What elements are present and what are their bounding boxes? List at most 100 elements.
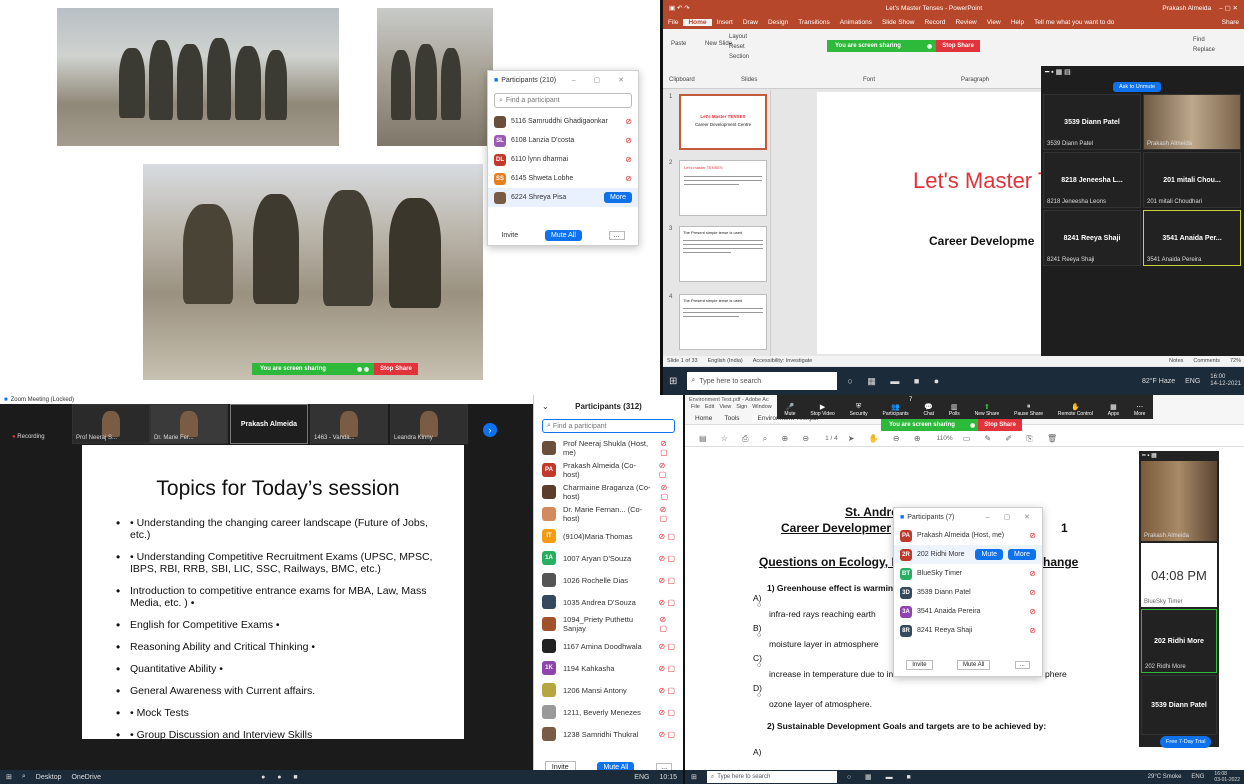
ppt-tab[interactable]: Review — [950, 19, 981, 26]
ppt-tab[interactable]: View — [982, 19, 1006, 26]
participant-row[interactable]: 1094_Priety Puthettu Sanjay ⊘ ▢ — [534, 613, 683, 635]
participant-row[interactable]: 1238 Samridhi Thukral ⊘ ▢ — [534, 723, 683, 745]
ask-to-unmute-button[interactable]: Ask to Unmute — [1113, 82, 1162, 92]
participant-row[interactable]: 2R 202 Ridhi More Mute More — [894, 545, 1042, 564]
page-indicator[interactable]: 1 / 4 — [825, 435, 838, 442]
radio-icon[interactable]: ○ — [757, 632, 761, 639]
cursor-tools[interactable]: ➤ ✋ ⊖ ⊕ — [848, 434, 927, 443]
participant-row[interactable]: 1A 1007 Aryan D'Souza ⊘ ▢ — [534, 547, 683, 569]
notes-button[interactable]: Notes — [1169, 358, 1183, 364]
lang-indicator[interactable]: ENG — [634, 774, 649, 781]
zoom-tool-button[interactable]: ⬆ New Share — [975, 403, 1000, 417]
ppt-window-controls[interactable]: – ▢ ✕ — [1219, 4, 1238, 12]
stop-share-button[interactable]: Stop Share — [978, 419, 1022, 431]
weather[interactable]: 29°C Smoke — [1148, 774, 1182, 780]
zoom-tool-button[interactable]: ⋯ More — [1134, 403, 1145, 417]
zoom-tool-button[interactable]: 💬 Chat — [923, 403, 934, 417]
zoom-tool-button[interactable]: ⛨ Security — [850, 403, 868, 417]
video-tile[interactable]: 3539 Diann Patel — [1141, 675, 1217, 735]
participant-row[interactable]: 5116 Samruddhi Ghadigaonkar ⊘ — [488, 112, 638, 131]
mute-all-button[interactable]: Mute All — [544, 230, 582, 241]
invite-button[interactable]: Invite — [906, 660, 933, 670]
thumb-slide-2[interactable]: Let's master TENSES — [679, 160, 767, 216]
menu-item[interactable]: View — [719, 404, 731, 413]
zoom-tool-button[interactable]: ✋ Remote Control — [1058, 403, 1093, 417]
search-input[interactable]: ⌕ Find a participant — [542, 419, 675, 433]
tell-me-box[interactable]: Tell me what you want to do — [1029, 19, 1119, 26]
search-input[interactable]: ⌕ Find a participant — [494, 93, 632, 108]
participant-row[interactable]: SS 6145 Shweta Lobhe ⊘ — [488, 169, 638, 188]
zoom-tool-button[interactable]: 🎤 Mute — [784, 403, 795, 417]
reset-button[interactable]: Reset — [729, 44, 745, 50]
invite-button[interactable]: Invite — [501, 232, 518, 239]
next-page-button[interactable]: › — [483, 423, 497, 437]
video-thumb[interactable]: Prof Neeraj S... — [72, 404, 150, 444]
windows-icon[interactable]: ⊞ — [691, 773, 697, 781]
thumb-slide-3[interactable]: The Present simple tense is used — [679, 226, 767, 282]
ppt-tab[interactable]: Design — [763, 19, 793, 26]
participant-row[interactable]: BT BlueSky Timer ⊘ — [894, 564, 1042, 583]
participant-row[interactable]: 1035 Andrea D'Souza ⊘ ▢ — [534, 591, 683, 613]
zoom-tool-button[interactable]: 👥 Participants — [883, 403, 909, 417]
video-tile[interactable]: 3539 Diann Patel 3539 Diann Patel — [1043, 94, 1141, 150]
video-tile[interactable]: 201 mitali Chou... 201 mitali Choudhari — [1143, 152, 1241, 208]
participant-row[interactable]: DL 6110 lynn dharmai ⊘ — [488, 150, 638, 169]
ppt-tab[interactable]: Animations — [835, 19, 877, 26]
participant-row[interactable]: SL 6108 Lanzia D'costa ⊘ — [488, 131, 638, 150]
window-controls[interactable]: – ▢ ✕ — [986, 513, 1036, 521]
video-tile[interactable]: 8218 Jeneesha L... 8218 Jeneesha Leons — [1043, 152, 1141, 208]
participant-row[interactable]: Prof Neeraj Shukla (Host, me) ⊘ ▢ — [534, 437, 683, 459]
desktop-label[interactable]: Desktop — [36, 774, 62, 781]
more-button[interactable]: More — [604, 192, 632, 203]
menu-item[interactable]: File — [691, 404, 700, 413]
participant-row[interactable]: 1K 1194 Kahkasha ⊘ ▢ — [534, 657, 683, 679]
toolbar-icons[interactable]: ▤ ☆ ⎙ ⌕ ⊕ ⊖ — [699, 434, 815, 444]
comments-button[interactable]: Comments — [1193, 358, 1220, 364]
paste-button[interactable]: Paste — [671, 41, 686, 47]
participant-row[interactable]: 1167 Amina Doodhwala ⊘ ▢ — [534, 635, 683, 657]
thumb-slide-1[interactable]: Let's Master TENSES Career Development C… — [679, 94, 767, 150]
lang-indicator[interactable]: ENG — [1191, 774, 1204, 780]
zoom-percent[interactable]: 110% — [937, 435, 953, 442]
new-slide-button[interactable]: New Slide — [705, 41, 732, 47]
ppt-user[interactable]: Prakash Almeida — [1162, 5, 1211, 12]
menu-item[interactable]: Sign — [736, 404, 747, 413]
ppt-tab[interactable]: Record — [919, 19, 950, 26]
participant-row[interactable]: IT (9104)Maria Thomas ⊘ ▢ — [534, 525, 683, 547]
language-status[interactable]: English (India) — [708, 358, 743, 364]
participant-row[interactable]: 6224 Shreya Pisa More — [488, 188, 638, 207]
video-tile[interactable]: Prakash Almeida — [1143, 94, 1241, 150]
weather[interactable]: 82°F Haze — [1142, 378, 1175, 385]
participant-row[interactable]: 1026 Rochelle Dias ⊘ ▢ — [534, 569, 683, 591]
ppt-tab[interactable]: File — [663, 19, 683, 26]
pause-icon[interactable]: ◉ ◉ — [352, 363, 375, 375]
ppt-tab[interactable]: Slide Show — [877, 19, 920, 26]
participant-row[interactable]: 1211, Beverly Menezes ⊘ ▢ — [534, 701, 683, 723]
ppt-tab[interactable]: Help — [1006, 19, 1029, 26]
zoom-tool-button[interactable]: ▦ Apps — [1108, 403, 1119, 417]
participant-row[interactable]: PA Prakash Almeida (Host, me) ⊘ — [894, 526, 1042, 545]
participant-row[interactable]: Dr. Marie Fernan... (Co-host) ⊘ ▢ — [534, 503, 683, 525]
taskbar-apps[interactable]: ● ● ■ — [261, 774, 303, 781]
participant-row[interactable]: PA Prakash Almeida (Co-host) ⊘ ▢ — [534, 459, 683, 481]
radio-icon[interactable]: ○ — [757, 602, 761, 609]
participant-row[interactable]: 3A 3541 Anaida Pereira ⊘ — [894, 602, 1042, 621]
onedrive-label[interactable]: OneDrive — [71, 774, 101, 781]
save-icon[interactable]: ▣ ↶ ↷ — [669, 4, 690, 12]
windows-icon[interactable]: ⊞ — [669, 376, 677, 387]
tools-tab[interactable]: Tools — [724, 415, 739, 422]
clock[interactable]: 10:15 — [659, 774, 677, 781]
ppt-tab[interactable]: Transitions — [793, 19, 835, 26]
zoom-tool-button[interactable]: ▥ Polls — [949, 403, 960, 417]
clock[interactable]: 16:08 03-01-2022 — [1214, 771, 1240, 783]
taskbar-apps[interactable]: ○ ▦ ▬ ■ — [847, 773, 917, 781]
window-controls[interactable]: – ▢ ✕ — [572, 76, 632, 84]
participant-row[interactable]: 3D 3539 Diann Patel ⊘ — [894, 583, 1042, 602]
ppt-tab[interactable]: Insert — [712, 19, 738, 26]
mute-all-button[interactable]: Mute All — [956, 660, 991, 670]
replace-button[interactable]: Replace — [1193, 47, 1215, 53]
windows-icon[interactable]: ⊞ — [6, 773, 12, 781]
taskbar-search[interactable]: ⌕ Type here to search — [706, 771, 837, 783]
more-options-button[interactable]: ... — [1014, 661, 1030, 669]
video-tile[interactable]: 8241 Reeya Shaji 8241 Reeya Shaji — [1043, 210, 1141, 266]
